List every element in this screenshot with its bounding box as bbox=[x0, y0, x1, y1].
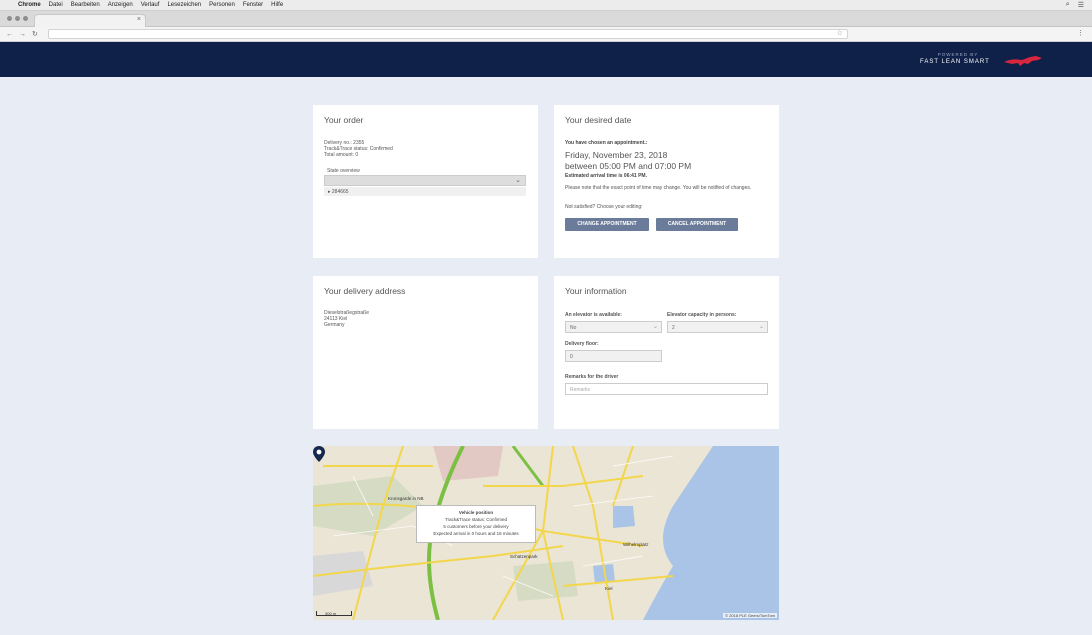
appointment-window: between 05:00 PM and 07:00 PM bbox=[565, 161, 692, 171]
delivery-floor-label: Delivery floor: bbox=[565, 341, 599, 347]
map-copyright: © 2018 PLE Geers/TomTom bbox=[723, 613, 777, 618]
popup-customers: 5 customers before your delivery bbox=[443, 524, 509, 529]
notification-icon[interactable]: ☰ bbox=[1078, 1, 1084, 9]
popup-eta: Expected arrival in 0 hours and 15 minut… bbox=[433, 531, 519, 536]
change-notice: Please note that the exact point of time… bbox=[565, 185, 752, 191]
browser-tab-strip: × bbox=[0, 11, 1092, 27]
map-label-kronsgarde: Kronsgarde in NB bbox=[388, 496, 424, 501]
close-tab-icon[interactable]: × bbox=[137, 16, 141, 23]
reload-icon[interactable]: ↻ bbox=[32, 30, 38, 38]
state-item-value: 284665 bbox=[331, 189, 349, 195]
menu-bearbeiten[interactable]: Bearbeiten bbox=[71, 2, 100, 8]
map-tiles bbox=[313, 446, 779, 620]
mac-menu-bar: Chrome Datei Bearbeiten Anzeigen Verlauf… bbox=[0, 0, 1092, 11]
delivery-address-title: Your delivery address bbox=[324, 286, 406, 296]
remarks-placeholder: Remarks bbox=[570, 387, 591, 393]
tracking-map[interactable]: Kronsgarde in NB Wilhelmplatz Schützenpa… bbox=[313, 446, 779, 620]
menu-hilfe[interactable]: Hilfe bbox=[271, 2, 283, 8]
back-icon[interactable]: ← bbox=[6, 31, 13, 38]
editing-prompt: Not satisfied? Choose your editing: bbox=[565, 204, 643, 210]
state-overview-label: State overview bbox=[327, 168, 360, 174]
site-header: POWERED BY FAST LEAN SMART bbox=[0, 42, 1092, 77]
elevator-label: An elevator is available: bbox=[565, 312, 622, 318]
address-bar[interactable]: ☆ bbox=[47, 29, 848, 39]
menu-app-name[interactable]: Chrome bbox=[18, 2, 41, 8]
browser-toolbar: ← → ↻ ☆ ⋮ bbox=[0, 27, 1092, 42]
vehicle-position-popup: Vehicle position Track&Trace status: Con… bbox=[416, 505, 536, 543]
map-label-wilhelmplatz: Wilhelmplatz bbox=[623, 542, 649, 547]
order-card-title: Your order bbox=[324, 115, 364, 125]
chevron-down-icon: ⌄ bbox=[652, 324, 658, 330]
delivery-floor-input[interactable]: 0 bbox=[565, 350, 662, 362]
menu-fenster[interactable]: Fenster bbox=[243, 2, 263, 8]
popup-status: Track&Trace status: Confirmed bbox=[445, 517, 507, 522]
running-fox-logo-icon bbox=[1004, 56, 1042, 66]
browser-menu-icon[interactable]: ⋮ bbox=[1077, 29, 1084, 37]
menu-datei[interactable]: Datei bbox=[49, 2, 63, 8]
delivery-address-card: Your delivery address Dieselstraßegstraß… bbox=[313, 276, 538, 429]
bookmark-star-icon[interactable]: ☆ bbox=[837, 29, 843, 37]
change-appointment-button[interactable]: CHANGE APPOINTMENT bbox=[565, 218, 649, 231]
maximize-window-icon[interactable] bbox=[23, 16, 28, 21]
chevron-down-icon: ⌄ bbox=[515, 177, 521, 184]
chevron-down-icon: ⌄ bbox=[758, 324, 764, 330]
map-scale-bar: 300 m bbox=[316, 611, 352, 616]
map-label-schuetzenpark: Schützenpark bbox=[510, 554, 538, 559]
delivery-floor-value: 0 bbox=[570, 354, 573, 360]
elevator-select[interactable]: No ⌄ bbox=[565, 321, 662, 333]
elevator-capacity-select[interactable]: 2 ⌄ bbox=[667, 321, 768, 333]
spotlight-icon[interactable]: ⌕ bbox=[1066, 1, 1070, 9]
popup-title: Vehicle position bbox=[458, 510, 494, 515]
order-card: Your order Delivery no.: 2355 Track&Trac… bbox=[313, 105, 538, 258]
cancel-appointment-button[interactable]: CANCEL APPOINTMENT bbox=[656, 218, 738, 231]
forward-icon[interactable]: → bbox=[19, 31, 26, 38]
elevator-capacity-value: 2 bbox=[672, 325, 675, 331]
state-list-item[interactable]: ▸ 284665 bbox=[324, 187, 526, 196]
desired-date-title: Your desired date bbox=[565, 115, 632, 125]
appointment-day: Friday, November 23, 2018 bbox=[565, 150, 668, 160]
menu-personen[interactable]: Personen bbox=[209, 2, 235, 8]
remarks-input[interactable]: Remarks bbox=[565, 383, 768, 395]
window-controls bbox=[7, 16, 28, 21]
state-overview-dropdown[interactable]: ⌄ bbox=[324, 175, 526, 186]
information-card: Your information An elevator is availabl… bbox=[554, 276, 779, 429]
close-window-icon[interactable] bbox=[7, 16, 12, 21]
elevator-capacity-label: Elevator capacity in persons: bbox=[667, 312, 737, 318]
appointment-intro: You have chosen an appointment.: bbox=[565, 140, 648, 146]
map-label-kiel: Kiel bbox=[605, 586, 613, 591]
estimated-arrival: Estimated arrival time is 06:41 PM. bbox=[565, 173, 647, 179]
address-country: Germany bbox=[324, 322, 345, 328]
vehicle-pin-icon[interactable] bbox=[313, 446, 325, 462]
minimize-window-icon[interactable] bbox=[15, 16, 20, 21]
browser-tab[interactable]: × bbox=[34, 14, 146, 27]
information-title: Your information bbox=[565, 286, 627, 296]
powered-by-label: POWERED BY bbox=[937, 52, 979, 57]
menu-verlauf[interactable]: Verlauf bbox=[141, 2, 160, 8]
remarks-label: Remarks for the driver bbox=[565, 374, 619, 380]
brand-tagline: FAST LEAN SMART bbox=[920, 59, 990, 65]
desired-date-card: Your desired date You have chosen an app… bbox=[554, 105, 779, 258]
total-amount: Total amount: 0 bbox=[324, 152, 359, 158]
elevator-value: No bbox=[570, 325, 577, 331]
menu-anzeigen[interactable]: Anzeigen bbox=[108, 2, 133, 8]
menu-lesezeichen[interactable]: Lesezeichen bbox=[167, 2, 201, 8]
